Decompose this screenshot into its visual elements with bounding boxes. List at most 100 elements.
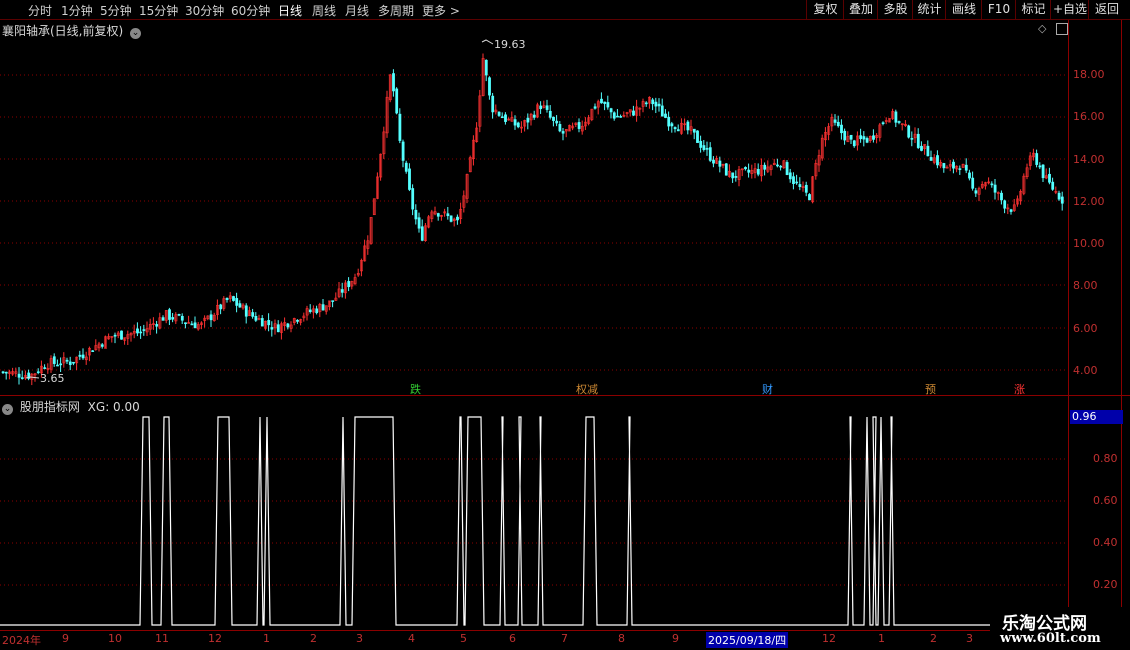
indicator-current-value: 0.96 <box>1070 410 1123 424</box>
candle-body <box>244 305 248 317</box>
candle-body <box>232 296 235 301</box>
candle-body <box>516 122 520 128</box>
candle-body <box>859 135 863 140</box>
candle-body <box>881 122 885 124</box>
candle-body <box>1038 165 1042 168</box>
candle-body <box>254 316 258 321</box>
price-tick: 18.00 <box>1073 68 1105 81</box>
candle-body <box>168 309 171 320</box>
candle-body <box>155 324 159 327</box>
candle-body <box>696 130 699 143</box>
event-marker-fall[interactable]: 跌 <box>410 381 421 397</box>
candle-body <box>17 373 21 378</box>
candle-body <box>68 361 72 365</box>
candle-body <box>555 120 559 124</box>
candle-body <box>225 297 229 301</box>
indicator-tick: 0.20 <box>1093 578 1118 591</box>
candle-body <box>808 194 811 201</box>
candle-body <box>798 184 802 187</box>
candle-body <box>836 121 840 127</box>
candle-body <box>395 88 399 114</box>
candle-body <box>833 119 837 123</box>
candle-body <box>260 318 264 327</box>
candle-body <box>804 184 808 193</box>
candle-body <box>504 114 507 122</box>
candle-body <box>651 99 655 105</box>
date-label: 8 <box>618 632 625 645</box>
indicator-tick: 0.40 <box>1093 536 1118 549</box>
date-label: 12 <box>822 632 836 645</box>
price-tick: 6.00 <box>1073 322 1098 335</box>
candle-body <box>78 354 82 357</box>
candle-body <box>43 367 47 369</box>
date-label: 2 <box>930 632 937 645</box>
candle-body <box>971 177 975 189</box>
date-label: 7 <box>561 632 568 645</box>
candle-body <box>81 354 85 359</box>
event-marker-forecast[interactable]: 预 <box>925 381 936 397</box>
candle-body <box>270 327 274 330</box>
candle-body <box>91 350 95 352</box>
candle-body <box>920 145 923 151</box>
xg-signal-line <box>0 416 1068 626</box>
candle-body <box>296 319 299 322</box>
candle-body <box>1003 200 1007 209</box>
candle-body <box>702 145 706 150</box>
candle-body <box>392 73 395 92</box>
candle-body <box>484 59 488 76</box>
candle-body <box>500 116 504 119</box>
candle-body <box>113 334 117 337</box>
candle-body <box>347 281 351 288</box>
candle-body <box>673 127 677 130</box>
candle-body <box>139 331 143 334</box>
low-price-label: 3.65 <box>40 372 65 385</box>
candle-body <box>692 128 696 133</box>
indicator-tick: 0.80 <box>1093 452 1118 465</box>
low-pointer <box>25 376 40 379</box>
price-tick: 14.00 <box>1073 153 1105 166</box>
price-tick: 12.00 <box>1073 195 1105 208</box>
candle-body <box>456 216 459 221</box>
candle-body <box>1035 153 1039 165</box>
candle-body <box>942 163 946 169</box>
candle-body <box>420 226 424 241</box>
price-tick: 8.00 <box>1073 279 1098 292</box>
candle-body <box>193 322 197 329</box>
candle-body <box>776 164 779 167</box>
event-marker-finance[interactable]: 财 <box>762 381 773 397</box>
date-label: 9 <box>672 632 679 645</box>
candle-body <box>968 172 971 179</box>
candle-body <box>606 102 610 108</box>
candle-body <box>974 190 978 194</box>
candle-body <box>558 124 562 132</box>
candle-body <box>1051 181 1055 190</box>
candle-body <box>670 123 674 127</box>
candle-body <box>4 371 8 374</box>
candle-body <box>72 361 75 364</box>
watermark-url: www.60lt.com <box>1000 631 1101 646</box>
candle-body <box>561 131 565 134</box>
candle-body <box>779 165 783 168</box>
candle-body <box>577 122 581 129</box>
candle-body <box>840 124 843 134</box>
kline-chart[interactable] <box>0 0 1130 650</box>
candle-body <box>308 309 312 313</box>
event-marker-reduce[interactable]: 权减 <box>576 381 598 397</box>
candle-body <box>414 209 418 220</box>
date-label: 6 <box>509 632 516 645</box>
candle-body <box>862 136 866 140</box>
candle-body <box>910 138 914 140</box>
price-tick: 10.00 <box>1073 237 1105 250</box>
date-label: 1 <box>878 632 885 645</box>
event-marker-rise[interactable]: 涨 <box>1014 381 1025 397</box>
candle-body <box>315 308 319 314</box>
date-label: 10 <box>108 632 122 645</box>
candle-body <box>539 105 543 110</box>
candle-body <box>660 105 664 117</box>
candle-body <box>65 359 69 362</box>
date-label: 2024年 <box>2 634 41 647</box>
candle-body <box>612 112 616 119</box>
candle-body <box>404 162 408 172</box>
candle-body <box>788 172 792 180</box>
candle-body <box>792 176 795 185</box>
